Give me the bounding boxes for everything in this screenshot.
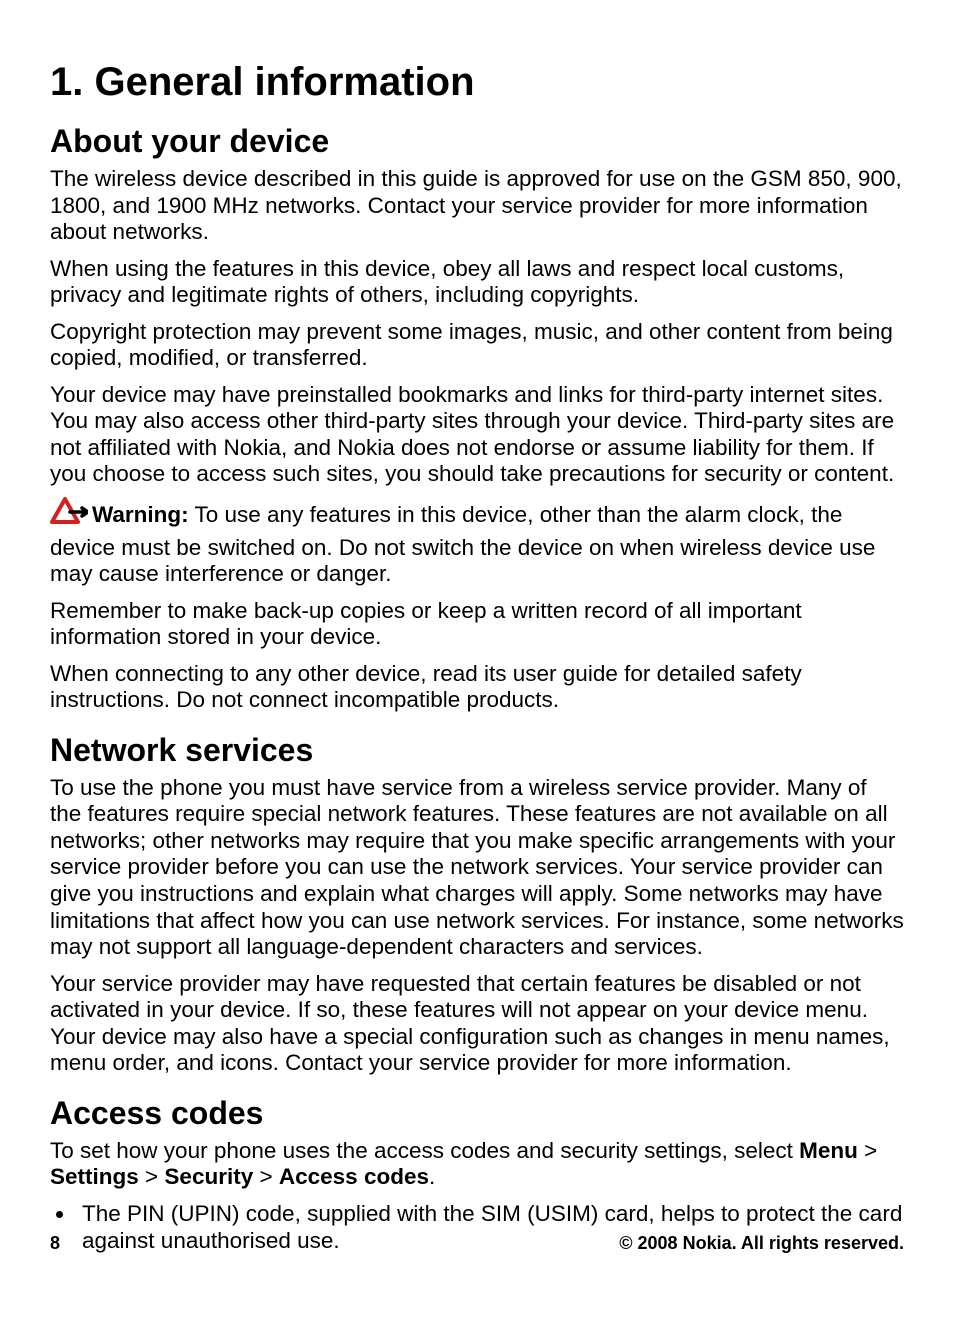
breadcrumb-separator: >	[139, 1164, 165, 1189]
intro-text: To set how your phone uses the access co…	[50, 1138, 799, 1163]
page-number: 8	[50, 1233, 60, 1254]
body-paragraph: When connecting to any other device, rea…	[50, 661, 904, 714]
body-paragraph: Remember to make back-up copies or keep …	[50, 598, 904, 651]
menu-path-item: Access codes	[279, 1164, 429, 1189]
warning-paragraph: Warning: To use any features in this dev…	[50, 498, 904, 588]
copyright-text: © 2008 Nokia. All rights reserved.	[619, 1233, 904, 1254]
breadcrumb-separator: >	[858, 1138, 877, 1163]
period: .	[429, 1164, 435, 1189]
document-page: 1. General information About your device…	[0, 0, 954, 1254]
access-intro-paragraph: To set how your phone uses the access co…	[50, 1138, 904, 1191]
warning-label: Warning:	[92, 502, 189, 527]
section-heading-about: About your device	[50, 123, 904, 160]
body-paragraph: To use the phone you must have service f…	[50, 775, 904, 961]
page-footer: 8 © 2008 Nokia. All rights reserved.	[50, 1233, 904, 1254]
menu-path-item: Settings	[50, 1164, 139, 1189]
body-paragraph: The wireless device described in this gu…	[50, 166, 904, 246]
body-paragraph: Your service provider may have requested…	[50, 971, 904, 1077]
section-heading-network: Network services	[50, 732, 904, 769]
body-paragraph: Your device may have preinstalled bookma…	[50, 382, 904, 488]
menu-path-item: Menu	[799, 1138, 858, 1163]
body-paragraph: When using the features in this device, …	[50, 256, 904, 309]
section-heading-access: Access codes	[50, 1095, 904, 1132]
menu-path-item: Security	[164, 1164, 253, 1189]
body-paragraph: Copyright protection may prevent some im…	[50, 319, 904, 372]
chapter-heading: 1. General information	[50, 60, 904, 105]
warning-icon	[50, 496, 88, 533]
breadcrumb-separator: >	[253, 1164, 279, 1189]
